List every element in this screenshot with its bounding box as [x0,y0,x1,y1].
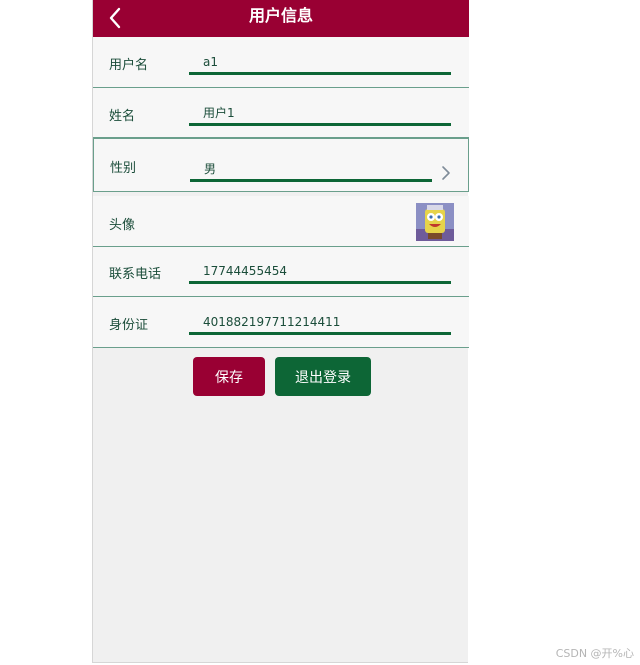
name-row: 姓名 [93,88,469,138]
phone-label: 联系电话 [109,267,162,282]
phone-input[interactable] [189,260,451,284]
chevron-right-icon[interactable] [440,165,452,181]
app-screen: 用户信息 用户名 姓名 性别 头像 [92,0,469,663]
id-card-row: 身份证 [93,297,469,348]
name-input[interactable] [189,102,451,126]
id-card-input[interactable] [189,311,451,335]
username-input[interactable] [189,51,451,75]
page-title: 用户信息 [248,6,313,25]
watermark: CSDN @开%心 [555,647,634,660]
gender-label: 性别 [110,161,137,176]
phone-row: 联系电话 [93,247,469,297]
avatar-row: 头像 [93,196,469,247]
save-button[interactable]: 保存 [193,357,265,396]
gender-row[interactable]: 性别 [93,138,469,192]
logout-button[interactable]: 退出登录 [275,357,371,396]
top-nav-bar: 用户信息 [93,0,469,37]
id-card-label: 身份证 [109,318,149,333]
username-label: 用户名 [109,58,149,73]
name-label: 姓名 [109,109,136,124]
avatar[interactable] [416,203,454,241]
gender-select[interactable] [190,158,432,182]
avatar-label: 头像 [109,218,136,233]
username-row: 用户名 [93,37,469,88]
